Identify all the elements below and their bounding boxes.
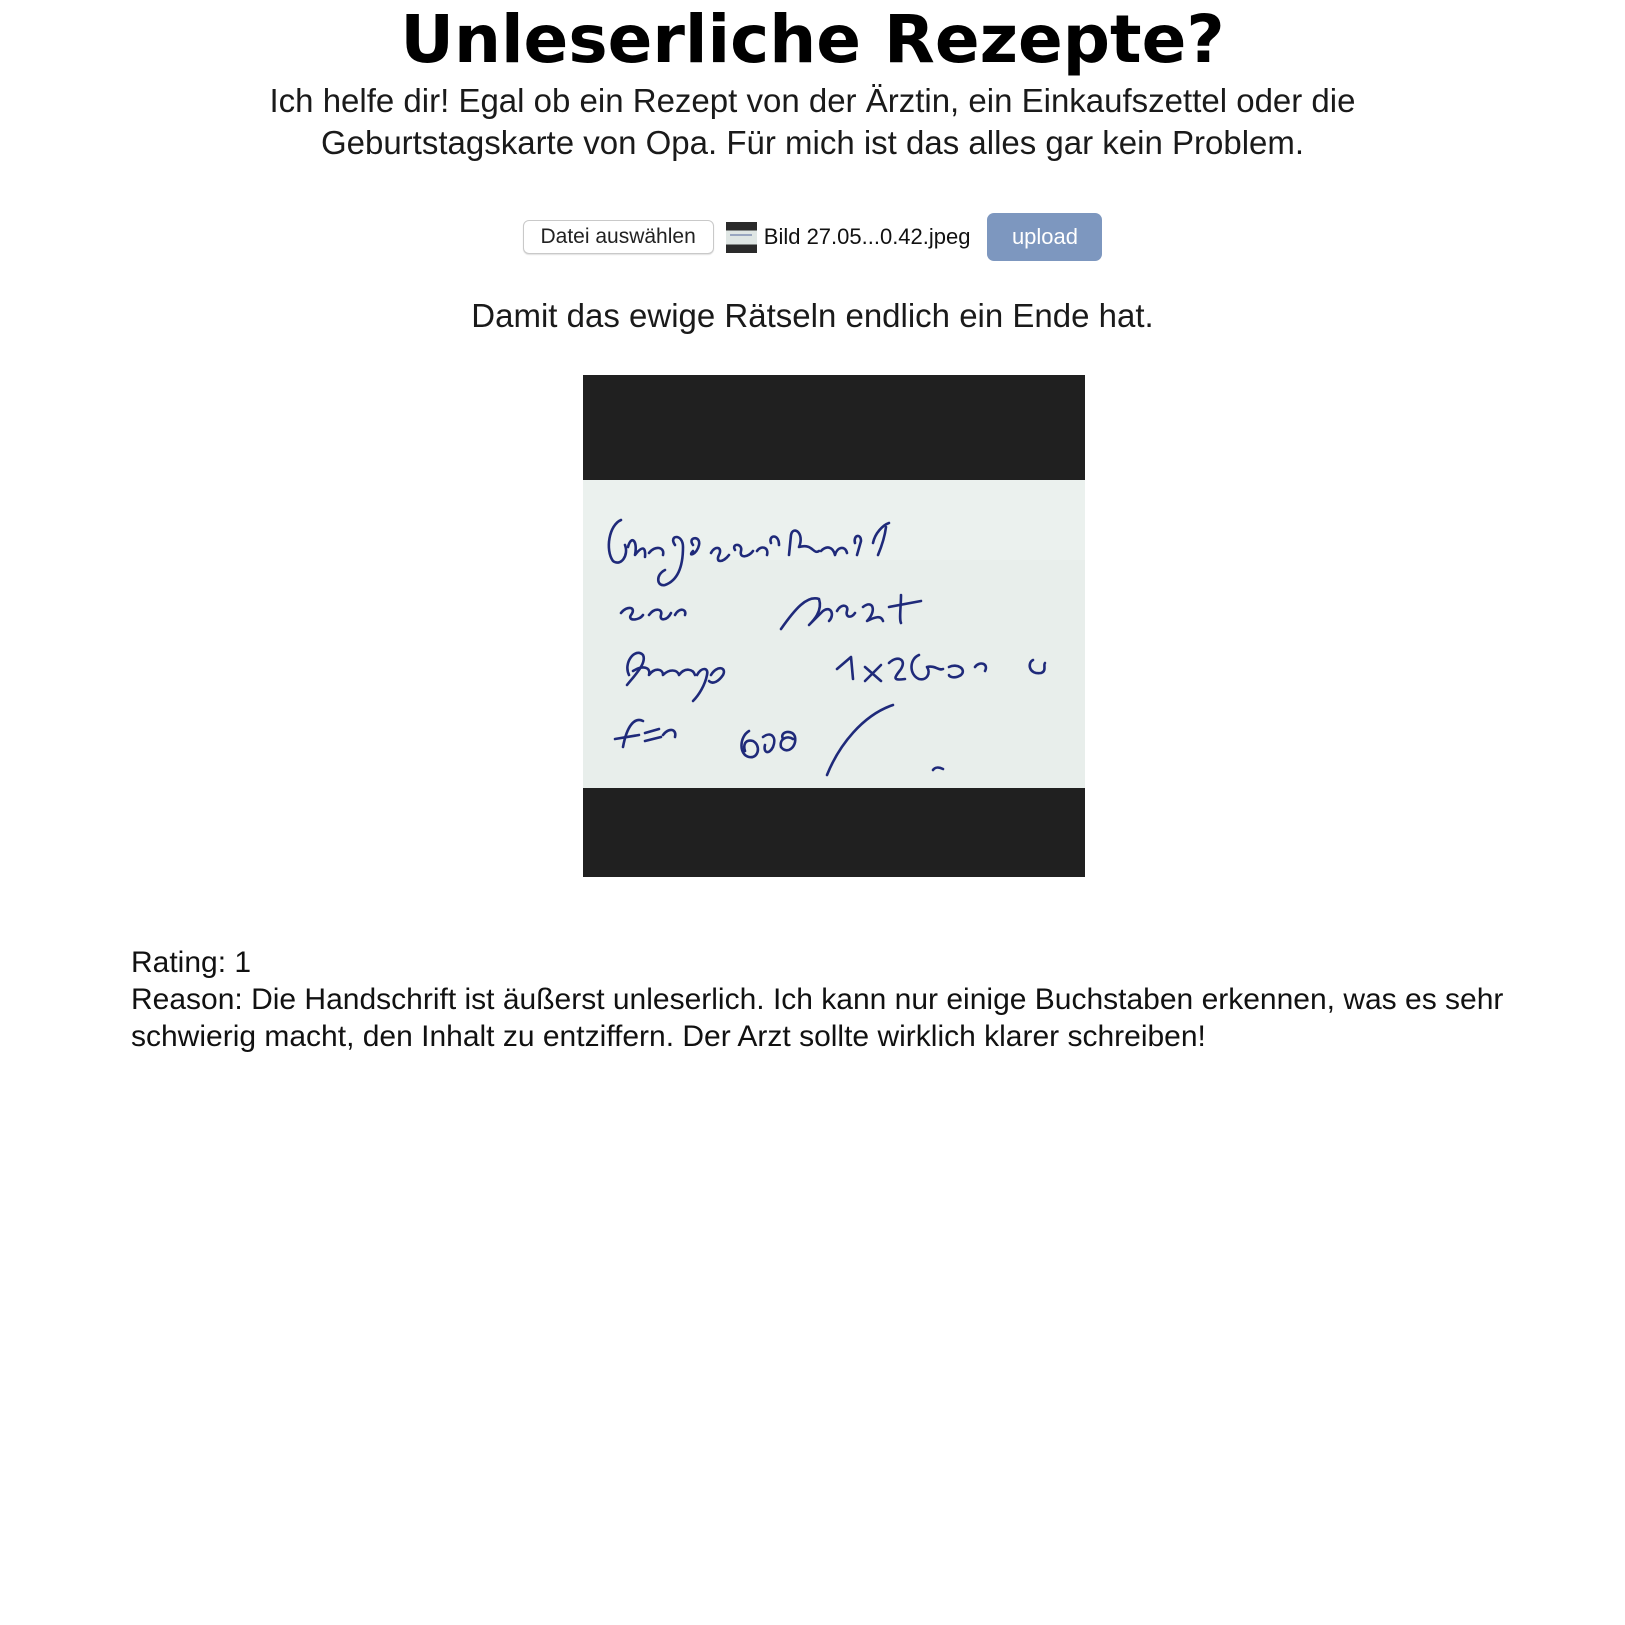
result-panel: Rating: 1 Reason: Die Handschrift ist äu…	[131, 944, 1511, 1055]
file-thumbnail-icon	[725, 221, 757, 253]
choose-file-button[interactable]: Datei auswählen	[522, 220, 714, 254]
handwritten-note-image	[583, 375, 1085, 877]
uploaded-image-preview	[583, 375, 1085, 877]
rating-text: Rating: 1	[131, 946, 252, 979]
tagline: Damit das ewige Rätseln endlich ein Ende…	[471, 297, 1154, 334]
upload-form: Datei auswählen Bild 27.05...0.42.jpeg u…	[0, 212, 1625, 262]
page-title: Unleserliche Rezepte?	[400, 1, 1225, 78]
selected-file-name: Bild 27.05...0.42.jpeg	[763, 224, 971, 249]
intro-text: Ich helfe dir! Egal ob ein Rezept von de…	[269, 82, 1356, 161]
upload-button[interactable]: upload	[987, 213, 1103, 261]
reason-text: Reason: Die Handschrift ist äußerst unle…	[131, 983, 1504, 1053]
